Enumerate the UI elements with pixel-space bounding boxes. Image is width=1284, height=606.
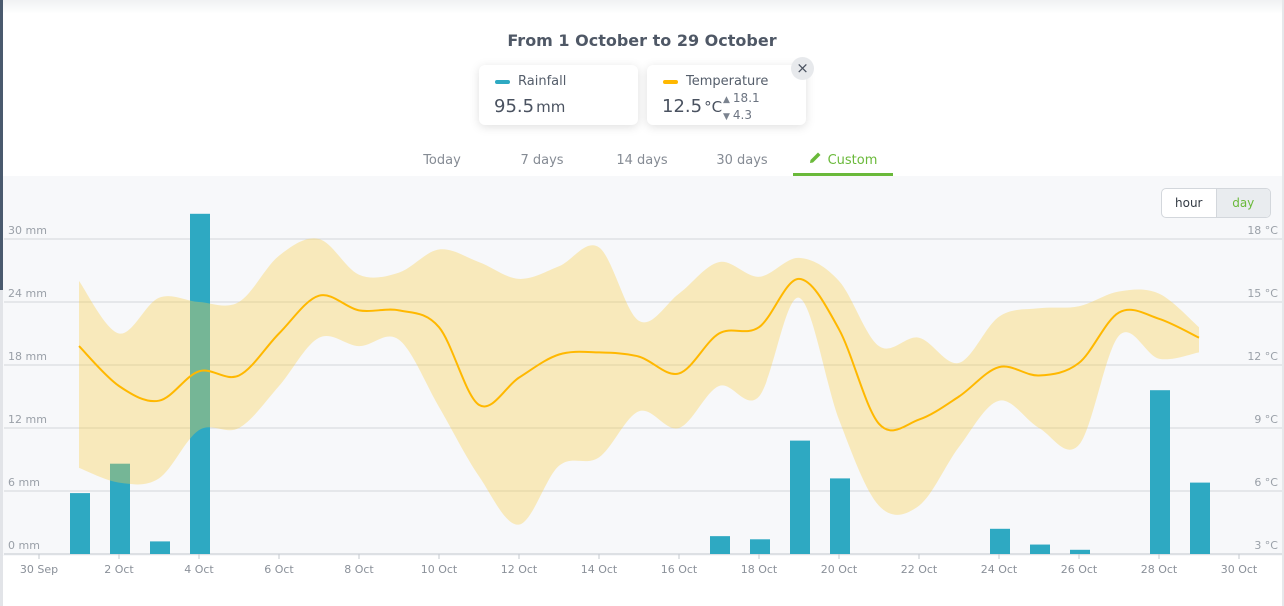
x-tick-label: 28 Oct [1141, 563, 1178, 576]
y-right-tick-label: 6 °C [1254, 476, 1278, 489]
x-tick-label: 26 Oct [1061, 563, 1098, 576]
x-tick-label: 6 Oct [264, 563, 294, 576]
rain-bar [830, 478, 850, 554]
temperature-range-band [79, 238, 1199, 525]
y-left-tick-label: 12 mm [8, 413, 47, 426]
y-left-tick-label: 0 mm [8, 539, 40, 552]
x-tick-label: 16 Oct [661, 563, 698, 576]
y-right-tick-label: 15 °C [1247, 287, 1278, 300]
y-right-tick-label: 3 °C [1254, 539, 1278, 552]
x-tick-label: 22 Oct [901, 563, 938, 576]
x-tick-label: 4 Oct [184, 563, 214, 576]
rain-bar [1070, 549, 1090, 554]
y-right-tick-label: 12 °C [1247, 350, 1278, 363]
hour-toggle-button[interactable]: hour [1162, 189, 1216, 217]
rain-bar [990, 528, 1010, 554]
y-left-tick-label: 24 mm [8, 287, 47, 300]
x-tick-label: 14 Oct [581, 563, 618, 576]
x-tick-label: 2 Oct [104, 563, 134, 576]
x-tick-label: 24 Oct [981, 563, 1018, 576]
rain-bar [1030, 544, 1050, 554]
rain-bar [70, 493, 90, 554]
x-tick-label: 12 Oct [501, 563, 538, 576]
rain-bar [750, 539, 770, 554]
rain-bar [150, 541, 170, 554]
x-tick-label: 8 Oct [344, 563, 374, 576]
x-tick-label: 30 Oct [1221, 563, 1258, 576]
rain-temperature-chart: 0 mm 3 °C 6 mm 6 °C 12 mm 9 °C 18 mm 12 °C 24 mm… [4, 213, 1282, 576]
resolution-toggle: hour day [1161, 188, 1271, 218]
x-tick-label: 10 Oct [421, 563, 458, 576]
rain-bar [790, 440, 810, 554]
y-left-tick-label: 6 mm [8, 476, 40, 489]
x-tick-label: 20 Oct [821, 563, 858, 576]
y-right-tick-label: 9 °C [1254, 413, 1278, 426]
rain-bar [1190, 482, 1210, 554]
y-left-tick-label: 30 mm [8, 224, 47, 237]
y-right-tick-label: 18 °C [1247, 224, 1278, 237]
rain-bar [710, 536, 730, 554]
day-toggle-button[interactable]: day [1215, 189, 1270, 217]
x-tick-label: 30 Sep [20, 563, 58, 576]
rain-bar [1150, 390, 1170, 554]
x-tick-label: 18 Oct [741, 563, 778, 576]
y-left-tick-label: 18 mm [8, 350, 47, 363]
